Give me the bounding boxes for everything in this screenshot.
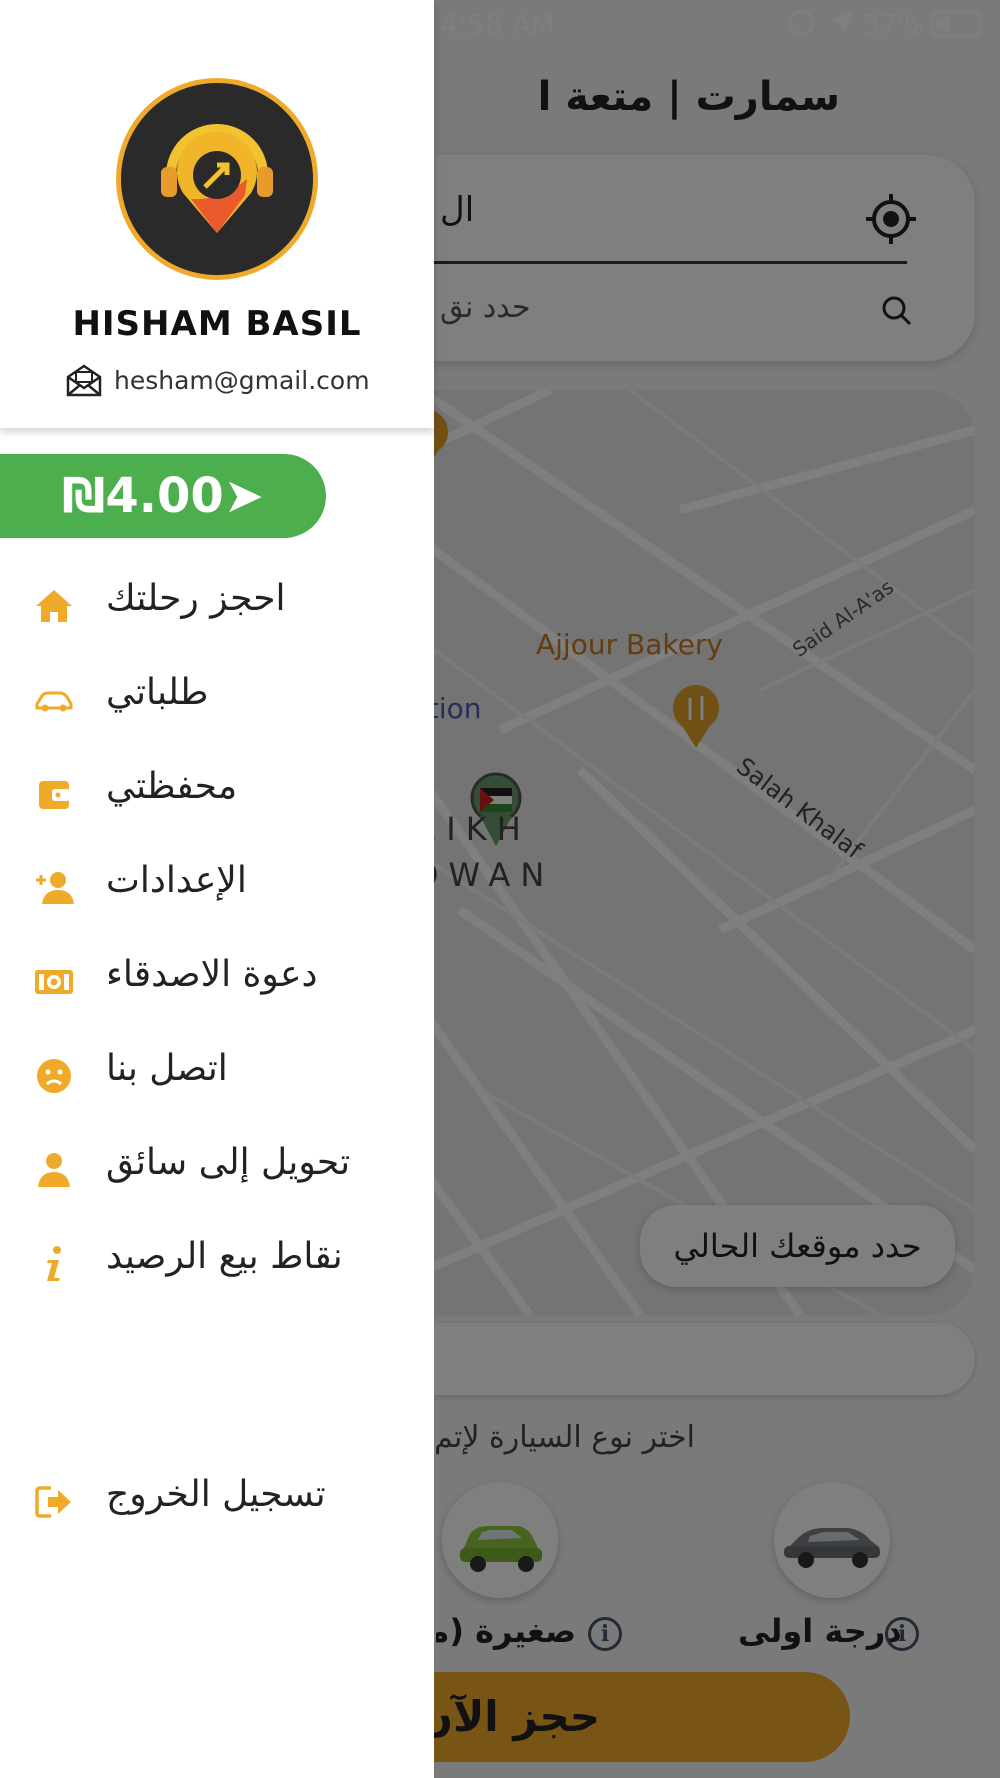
menu-item-label: اتصل بنا	[106, 1048, 228, 1089]
wallet-icon	[39, 781, 70, 809]
menu-item-become-driver[interactable]: تحويل إلى سائق	[0, 1130, 434, 1210]
money-icon	[35, 970, 73, 994]
email-row: hesham@gmail.com	[66, 360, 370, 400]
person-icon	[38, 1153, 70, 1187]
menu-item-logout[interactable]: تسجيل الخروج	[0, 1462, 434, 1542]
profile-header: HISHAM BASIL hesham@gmail.com	[0, 0, 434, 428]
home-icon	[36, 590, 72, 622]
envelope-icon	[66, 364, 102, 397]
menu-item-label: دعوة الاصدقاء	[106, 954, 318, 995]
menu-item-label: احجز رحلتك	[106, 578, 286, 619]
menu-item-contact-us[interactable]: اتصل بنا	[0, 1036, 434, 1116]
menu-item-label: محفظتي	[106, 766, 238, 807]
car-icon	[35, 691, 73, 712]
menu-item-label: طلباتي	[106, 672, 209, 713]
menu-item-settings[interactable]: الإعدادات	[0, 848, 434, 928]
menu-item-sale-points[interactable]: نقاط بيع الرصيد	[0, 1224, 434, 1304]
menu-item-book-trip[interactable]: احجز رحلتك	[0, 566, 434, 646]
sad-face-icon	[37, 1059, 71, 1093]
wallet-balance-button[interactable]: ₪4.00➤	[0, 454, 326, 538]
user-name: HISHAM BASIL	[72, 304, 362, 344]
navigation-drawer: HISHAM BASIL hesham@gmail.com ₪4.00➤ احج…	[0, 0, 434, 1778]
menu-item-label: نقاط بيع الرصيد	[106, 1236, 343, 1277]
menu-item-label: تسجيل الخروج	[106, 1474, 326, 1515]
menu-item-label: الإعدادات	[106, 860, 247, 901]
logout-icon	[35, 1486, 71, 1518]
menu-item-my-orders[interactable]: طلباتي	[0, 660, 434, 740]
app-logo	[116, 78, 318, 280]
menu-item-wallet[interactable]: محفظتي	[0, 754, 434, 834]
menu-item-invite-friends[interactable]: دعوة الاصدقاء	[0, 942, 434, 1022]
info-icon	[47, 1246, 61, 1281]
user-email: hesham@gmail.com	[114, 365, 370, 395]
menu-item-label: تحويل إلى سائق	[106, 1142, 351, 1183]
person-add-icon	[36, 872, 74, 904]
